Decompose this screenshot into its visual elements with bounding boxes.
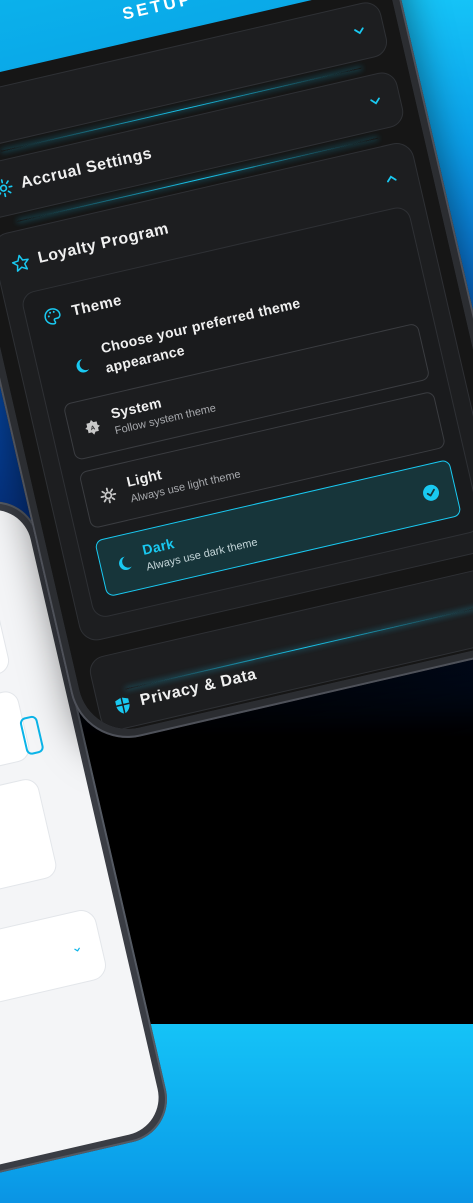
theme-title: Theme	[70, 291, 124, 320]
background-dropdown: ⌄	[0, 906, 110, 1009]
option-title: Dark	[140, 535, 176, 558]
gear-icon	[0, 179, 13, 198]
sun-gear-icon	[100, 487, 117, 504]
chevron-up-icon	[387, 175, 397, 183]
moon-icon	[119, 556, 132, 570]
star-icon	[11, 254, 29, 272]
phone-frame: SETUP Accrual Settings Loyalty Program T…	[0, 0, 473, 750]
chevron-down-icon	[370, 97, 380, 105]
chevron-down-icon: ⌄	[69, 937, 85, 956]
palette-icon	[44, 308, 61, 325]
moon-icon	[76, 359, 90, 373]
background-card	[0, 776, 60, 928]
phone-screen: SETUP Accrual Settings Loyalty Program T…	[0, 0, 473, 739]
section-label: Accrual Settings	[19, 145, 154, 192]
section-label: Privacy & Data	[138, 665, 259, 710]
section-loyalty-program: Loyalty Program Theme Choose your prefer…	[0, 139, 473, 644]
check-icon	[421, 483, 441, 503]
auto-brightness-icon: A	[85, 419, 100, 435]
chevron-down-icon	[354, 27, 364, 35]
settings-content: Accrual Settings Loyalty Program Theme C…	[0, 0, 473, 739]
shield-icon	[115, 697, 130, 714]
section-label: Loyalty Program	[36, 220, 171, 267]
theme-card: Theme Choose your preferred theme appear…	[19, 204, 473, 620]
